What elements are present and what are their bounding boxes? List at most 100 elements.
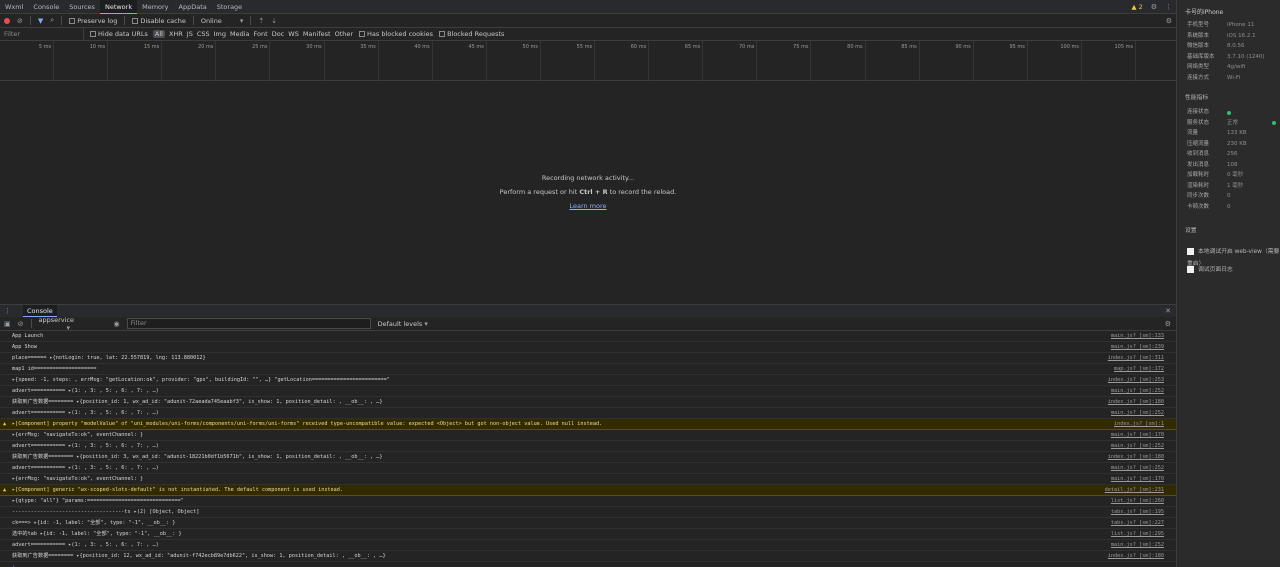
record-icon[interactable]: [4, 17, 10, 24]
import-har-icon[interactable]: ⇡: [258, 17, 264, 25]
sidebar-toggle-icon[interactable]: ▣: [4, 320, 11, 328]
log-source-link[interactable]: main.js? [sm]:252: [1111, 540, 1164, 550]
log-source-link[interactable]: main.js? [sm]:170: [1111, 430, 1164, 440]
tab-wxml[interactable]: Wxml: [0, 0, 28, 14]
settings-gear-icon[interactable]: ⚙: [1151, 3, 1157, 11]
page-log-checkbox[interactable]: 调试页面日志: [1177, 264, 1280, 276]
console-log-row[interactable]: ▸{qtype: "all"} "params:================…: [0, 496, 1176, 507]
console-log-row[interactable]: ▸{errMsg: "navigateTo:ok", eventChannel:…: [0, 474, 1176, 485]
clear-icon[interactable]: ⊘: [17, 17, 23, 25]
blocked-requests-checkbox[interactable]: Blocked Requests: [439, 30, 504, 38]
webview-debug-checkbox[interactable]: 本地调试开启 web-view（需要重启）: [1177, 246, 1280, 267]
log-source-link[interactable]: list.js? [sm]:260: [1111, 496, 1164, 506]
checkbox-box[interactable]: [1187, 248, 1194, 255]
resource-type-filters: All XHR JS CSS Img Media Font Doc WS Man…: [148, 30, 353, 38]
type-filter-img[interactable]: Img: [214, 30, 226, 38]
live-expression-eye-icon[interactable]: ◉: [114, 320, 120, 328]
log-source-link[interactable]: index.js? [sm]:180: [1108, 397, 1164, 407]
filter-input[interactable]: Filter: [0, 27, 84, 41]
type-filter-media[interactable]: Media: [230, 30, 250, 38]
type-filter-manifest[interactable]: Manifest: [303, 30, 331, 38]
has-blocked-cookies-checkbox[interactable]: Has blocked cookies: [359, 30, 433, 38]
console-log-row[interactable]: ▸{errMsg: "navigateTo:ok", eventChannel:…: [0, 430, 1176, 441]
tab-sources[interactable]: Sources: [64, 0, 100, 14]
log-source-link[interactable]: index.js? [sm]:311: [1108, 353, 1164, 363]
log-source-link[interactable]: main.js? [sm]:252: [1111, 441, 1164, 451]
log-source-link[interactable]: index.js? [sm]:253: [1108, 375, 1164, 385]
console-log-row[interactable]: 获取到广告数据======== ▸{position_id: 1, wx_ad_…: [0, 397, 1176, 408]
console-log-row[interactable]: 获取到广告数据======== ▸{position_id: 3, wx_ad_…: [0, 452, 1176, 463]
type-filter-other[interactable]: Other: [335, 30, 353, 38]
type-filter-doc[interactable]: Doc: [272, 30, 285, 38]
tab-appdata[interactable]: AppData: [174, 0, 212, 14]
network-overview-timeline[interactable]: 5 ms 10 ms 15 ms 20 ms 25 ms 30 ms 35 ms 40 ms 4…: [0, 41, 1176, 81]
console-log-row[interactable]: ------------------------------------ts ▸…: [0, 507, 1176, 518]
throttle-select[interactable]: Online ▾: [201, 17, 244, 25]
tab-network[interactable]: Network: [99, 0, 138, 14]
console-log-row[interactable]: 选中的tab ▸{id: -1, label: "全部", type: "-1"…: [0, 529, 1176, 540]
console-log-row[interactable]: 获取到广告数据======== ▸{position_id: 12, wx_ad…: [0, 551, 1176, 562]
disable-cache-checkbox[interactable]: Disable cache: [132, 17, 186, 25]
log-source-link[interactable]: list.js? [sm]:295: [1111, 529, 1164, 539]
log-source-link[interactable]: index.js? [sm]:180: [1108, 452, 1164, 462]
export-har-icon[interactable]: ⇣: [271, 17, 277, 25]
more-menu-icon[interactable]: ⋮: [1165, 3, 1172, 11]
tab-console[interactable]: Console: [28, 0, 64, 14]
log-source-link[interactable]: tabs.js? [sm]:195: [1111, 507, 1164, 517]
info-key: 渲染耗时: [1187, 182, 1210, 189]
console-log-row[interactable]: map1 id==================== map.js? [sm]:…: [0, 364, 1176, 375]
type-filter-all[interactable]: All: [152, 30, 165, 38]
checkbox-box[interactable]: [439, 31, 446, 37]
preserve-log-checkbox[interactable]: Preserve log: [69, 17, 117, 25]
console-log-row[interactable]: advert=========== ▸(1: , 3: , 5: , 6: , …: [0, 540, 1176, 551]
console-prompt[interactable]: ›: [0, 562, 1176, 567]
type-filter-js[interactable]: JS: [187, 30, 193, 38]
type-filter-css[interactable]: CSS: [197, 30, 210, 38]
console-log-row[interactable]: advert=========== ▸(1: , 3: , 5: , 6: , …: [0, 463, 1176, 474]
filter-funnel-icon[interactable]: ▼: [38, 17, 43, 25]
console-filter-input[interactable]: Filter: [126, 318, 371, 329]
console-log-row[interactable]: advert=========== ▸(1: , 3: , 5: , 6: , …: [0, 408, 1176, 419]
log-source-link[interactable]: main.js? [sm]:170: [1111, 474, 1164, 484]
console-log-row[interactable]: App Show main.js? [sm]:239: [0, 342, 1176, 353]
log-levels-select[interactable]: Default levels ▾: [378, 320, 428, 328]
checkbox-box[interactable]: [1187, 266, 1194, 273]
warning-badge[interactable]: ▲ 2: [1132, 3, 1143, 11]
drawer-menu-icon[interactable]: ⋮: [4, 307, 11, 315]
learn-more-link[interactable]: Learn more: [569, 202, 606, 210]
log-source-link[interactable]: tabs.js? [sm]:227: [1111, 518, 1164, 528]
network-settings-gear-icon[interactable]: ⚙: [1166, 17, 1172, 25]
log-source-link[interactable]: main.js? [sm]:252: [1111, 463, 1164, 473]
console-log-row[interactable]: advert=========== ▸(1: , 3: , 5: , 6: , …: [0, 386, 1176, 397]
type-filter-xhr[interactable]: XHR: [169, 30, 183, 38]
log-source-link[interactable]: map.js? [sm]:172: [1114, 364, 1164, 374]
console-log-row[interactable]: ck===> ▸{id: -1, label: "全部", type: "-1"…: [0, 518, 1176, 529]
log-source-link[interactable]: main.js? [sm]:252: [1111, 408, 1164, 418]
log-source-link[interactable]: main.js? [sm]:239: [1111, 342, 1164, 352]
context-select[interactable]: appservice ▾: [39, 316, 107, 332]
close-drawer-icon[interactable]: ✕: [1165, 307, 1171, 315]
tab-storage[interactable]: Storage: [212, 0, 247, 14]
console-warning-row[interactable]: ▲ ▸[Component] property "modelValue" of "…: [0, 419, 1176, 430]
console-log-row[interactable]: App Launch main.js? [sm]:133: [0, 331, 1176, 342]
hide-data-urls-checkbox[interactable]: Hide data URLs: [90, 30, 148, 38]
console-settings-gear-icon[interactable]: ⚙: [1165, 320, 1171, 328]
type-filter-font[interactable]: Font: [254, 30, 268, 38]
clear-console-icon[interactable]: ⊘: [18, 320, 24, 328]
console-log-row[interactable]: place====== ▸{notLogin: true, lat: 22.55…: [0, 353, 1176, 364]
log-source-link[interactable]: index.js? [sm]:180: [1108, 551, 1164, 561]
checkbox-box[interactable]: [69, 17, 76, 24]
checkbox-box[interactable]: [359, 31, 366, 37]
checkbox-box[interactable]: [90, 31, 96, 37]
log-source-link[interactable]: detail.js? [sm]:231: [1105, 485, 1164, 495]
type-filter-ws[interactable]: WS: [288, 30, 299, 38]
checkbox-box[interactable]: [132, 17, 139, 24]
log-source-link[interactable]: main.js? [sm]:133: [1111, 331, 1164, 341]
log-source-link[interactable]: index.js? [sm]:1: [1114, 419, 1164, 429]
tab-memory[interactable]: Memory: [137, 0, 173, 14]
console-log-row[interactable]: ▸{speed: -1, steps: , errMsg: "getLocati…: [0, 375, 1176, 386]
log-source-link[interactable]: main.js? [sm]:252: [1111, 386, 1164, 396]
console-warning-row[interactable]: ▲ ▸[Component] generic "wx-scoped-slots-d…: [0, 485, 1176, 496]
console-log-row[interactable]: advert=========== ▸(1: , 3: , 5: , 6: , …: [0, 441, 1176, 452]
search-icon[interactable]: ⌕: [50, 16, 54, 25]
